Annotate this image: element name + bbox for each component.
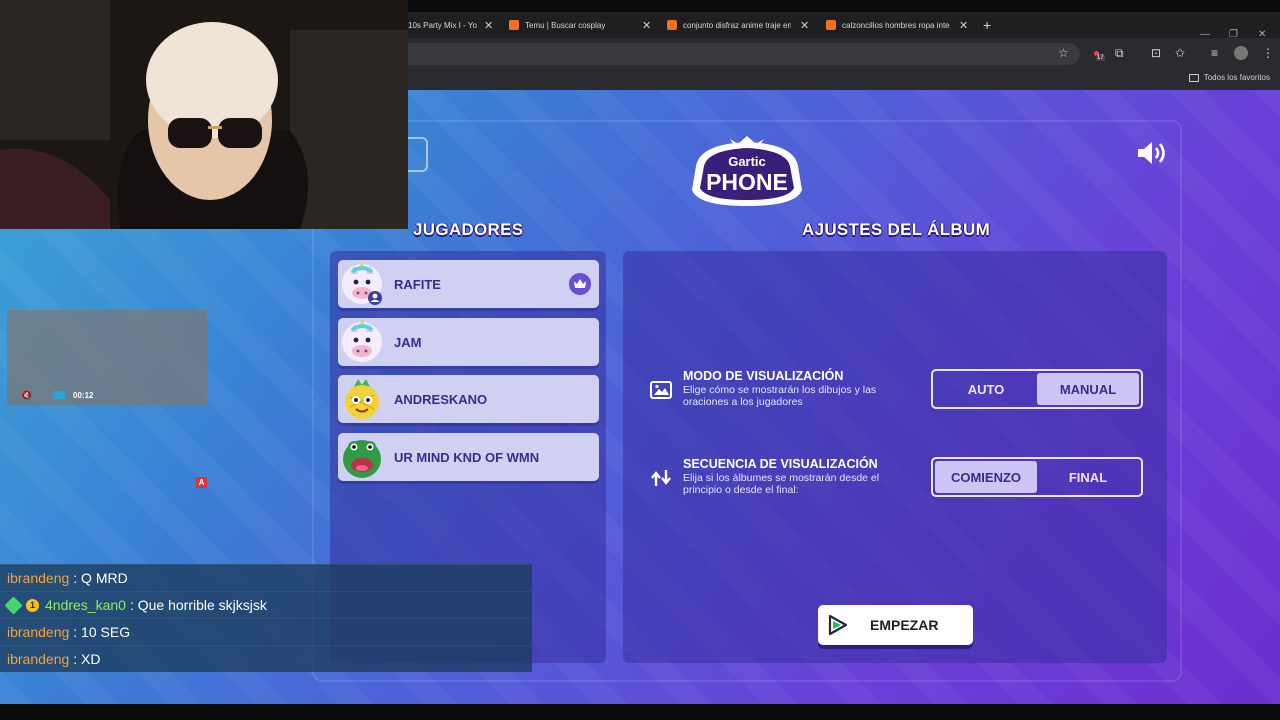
webcam-feed: [0, 0, 408, 229]
browser-tab-temu-disfraz[interactable]: conjunto disfraz anime traje en ✕: [667, 12, 815, 38]
display-mode-toggle[interactable]: AUTO MANUAL: [931, 369, 1143, 409]
tab-close-icon[interactable]: ✕: [959, 19, 968, 32]
puzzle-icon[interactable]: ⧉: [1115, 46, 1124, 61]
unicorn-avatar: [342, 262, 382, 305]
tab-label: conjunto disfraz anime traje en: [683, 20, 791, 30]
browser-tab-temu-cosplay[interactable]: Temu | Buscar cosplay ✕: [509, 12, 659, 38]
screenshot-icon[interactable]: ⊡: [1151, 46, 1161, 60]
chat-username: ibrandeng: [7, 570, 70, 586]
players-title: JUGADORES: [413, 220, 524, 239]
start-button[interactable]: EMPEZAR: [818, 605, 973, 645]
logo-bottom-text: PHONE: [706, 169, 788, 195]
chat-text: : XD: [73, 651, 101, 667]
image-icon: [650, 381, 672, 399]
browser-tab-youtube[interactable]: 10s Party Mix I - Yo ✕: [408, 12, 500, 38]
stream-chat: ibrandeng : Q MRD 1 4ndres_kan0 : Que ho…: [0, 564, 532, 672]
unicorn-avatar: [342, 320, 382, 362]
player-card: RAFITE: [338, 260, 599, 308]
album-settings-title: AJUSTES DEL ÁLBUM: [802, 220, 991, 239]
chat-text: : Que horrible skjksjsk: [129, 597, 267, 613]
screen: 10s Party Mix I - Yo ✕ Temu | Buscar cos…: [0, 0, 1280, 720]
chat-username: ibrandeng: [7, 651, 70, 667]
avatar[interactable]: [1234, 46, 1248, 60]
bottom-letterbox: [0, 704, 1280, 720]
logo-top-text: Gartic: [728, 154, 766, 169]
play-icon: [828, 614, 848, 636]
option-final[interactable]: FINAL: [1037, 461, 1139, 493]
display-sequence-toggle[interactable]: COMIENZO FINAL: [931, 457, 1143, 497]
mute-icon[interactable]: 🔇: [21, 390, 32, 401]
setting-description: Elija si los álbumes se mostrarán desde …: [683, 472, 880, 496]
mini-player-controls: 🔇 00:12: [7, 385, 207, 405]
display-sequence-setting: SECUENCIA DE VISUALIZACIÓN Elija si los …: [623, 457, 1167, 501]
chat-message: ibrandeng : Q MRD: [0, 564, 532, 591]
gartic-phone-logo: Gartic PHONE: [692, 136, 802, 206]
chat-text: : Q MRD: [73, 570, 128, 586]
green-diamond-badge-icon: [4, 595, 23, 615]
favorites-icon[interactable]: ✩: [1175, 46, 1185, 60]
extension-badge: 17: [1096, 55, 1105, 61]
tab-label: Temu | Buscar cosplay: [525, 20, 606, 30]
tab-label: calzoncillos hombres ropa inte: [842, 20, 950, 30]
favorites-bar[interactable]: Todos los favoritos: [1188, 73, 1270, 82]
album-settings-panel: MODO DE VISUALIZACIÓN Elige cómo se most…: [623, 251, 1167, 663]
menu-dots-icon[interactable]: ⋮: [1262, 46, 1274, 60]
chat-message: 1 4ndres_kan0 : Que horrible skjksjsk: [0, 591, 532, 618]
favorites-label: Todos los favoritos: [1203, 73, 1270, 82]
temu-favicon: [509, 20, 519, 30]
setting-description: Elige cómo se mostrarán los dibujos y la…: [683, 384, 877, 408]
option-auto[interactable]: AUTO: [935, 373, 1037, 405]
bookmark-star-icon[interactable]: ☆: [1058, 46, 1069, 60]
folder-icon: [1188, 73, 1199, 82]
player-name: RAFITE: [394, 276, 441, 292]
option-comienzo[interactable]: COMIENZO: [935, 461, 1037, 493]
sound-icon[interactable]: [1136, 140, 1170, 166]
chat-message: ibrandeng : 10 SEG: [0, 618, 532, 645]
display-mode-setting: MODO DE VISUALIZACIÓN Elige cómo se most…: [623, 369, 1167, 413]
chat-username: 4ndres_kan0: [45, 597, 126, 613]
mini-player-time: 00:12: [73, 390, 94, 400]
temu-favicon: [826, 20, 836, 30]
captions-icon[interactable]: [53, 391, 65, 399]
crown-icon: [569, 273, 591, 295]
tab-label: 10s Party Mix I - Yo: [408, 20, 477, 30]
setting-title: SECUENCIA DE VISUALIZACIÓN: [683, 457, 878, 471]
option-manual[interactable]: MANUAL: [1037, 373, 1139, 405]
tab-close-icon[interactable]: ✕: [642, 19, 651, 32]
new-tab-button[interactable]: +: [983, 12, 997, 38]
mini-video-player[interactable]: 🔇 00:12: [7, 310, 207, 405]
chat-message: ibrandeng : XD: [0, 645, 532, 672]
player-name: ANDRESKANO: [394, 391, 488, 407]
tab-close-icon[interactable]: ✕: [800, 19, 809, 32]
gold-badge-icon: 1: [26, 598, 39, 612]
setting-title: MODO DE VISUALIZACIÓN: [683, 369, 844, 383]
media-control-icon[interactable]: ≡: [1211, 46, 1218, 60]
chat-username: ibrandeng: [7, 624, 70, 640]
player-card: JAM: [338, 318, 599, 366]
start-label: EMPEZAR: [870, 617, 939, 633]
overlay-a-badge: A: [196, 477, 207, 488]
player-name: JAM: [394, 334, 422, 350]
player-card: UR MIND KND OF WMN: [338, 433, 599, 481]
up-down-arrows-icon: [651, 470, 671, 486]
player-name: UR MIND KND OF WMN: [394, 449, 540, 465]
tab-close-icon[interactable]: ✕: [484, 19, 493, 32]
player-card: ANDRESKANO: [338, 375, 599, 423]
green-frog-avatar: [343, 440, 381, 478]
chat-text: : 10 SEG: [73, 624, 131, 640]
temu-favicon: [667, 20, 677, 30]
pineapple-avatar: [345, 379, 379, 419]
browser-tab-temu-calzoncillos[interactable]: calzoncillos hombres ropa inte ✕: [826, 12, 972, 38]
